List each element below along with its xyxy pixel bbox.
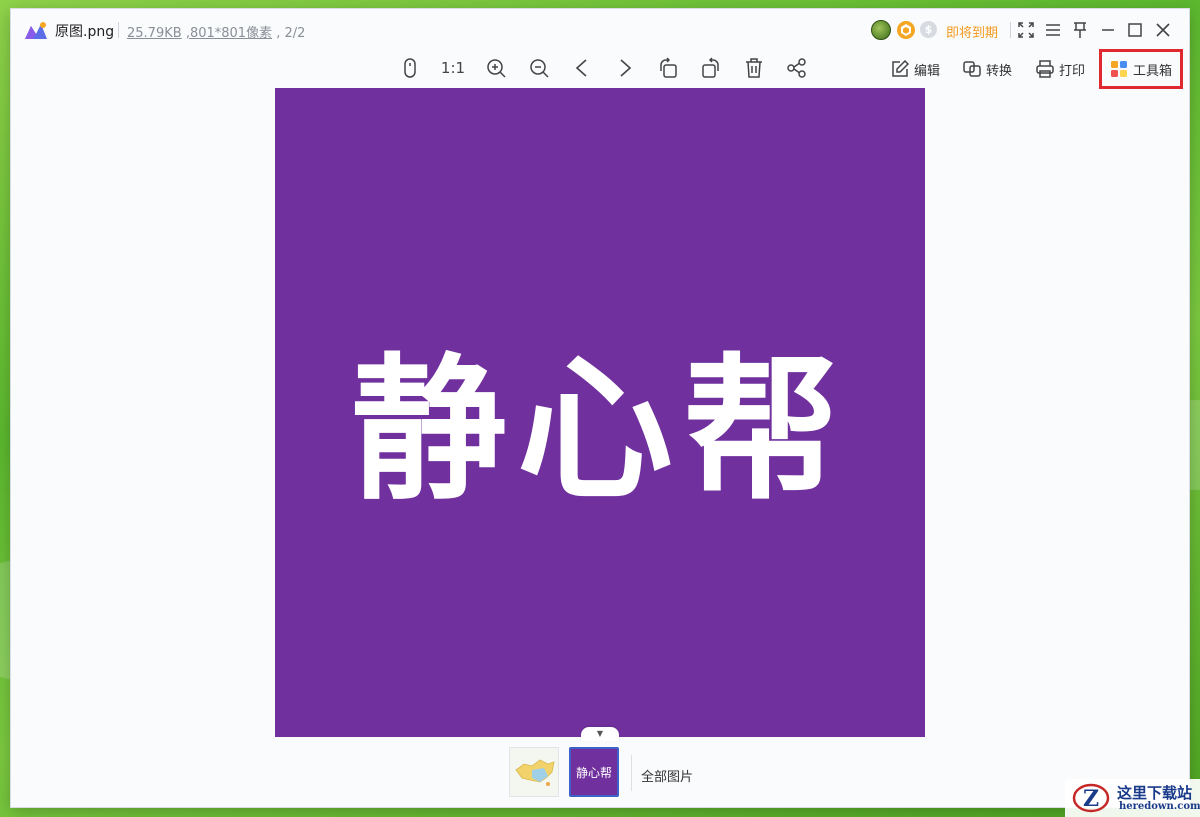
image-toolbar: 1:1 编辑 转换 打印 工具箱 — [11, 49, 1189, 89]
coin-icon[interactable]: $ — [920, 21, 937, 38]
title-bar: 原图.png 25.79KB ,801*801像素 , 2/2 $ 即将到期 — [11, 9, 1189, 51]
svg-text:Z: Z — [1083, 786, 1099, 812]
zoom-out-icon[interactable] — [524, 53, 554, 83]
thumbnail-strip: 静心帮 全部图片 — [11, 739, 1189, 807]
image-canvas[interactable]: 静心帮 — [275, 88, 925, 737]
maximize-icon[interactable] — [1122, 17, 1148, 43]
print-label: 打印 — [1059, 63, 1086, 79]
page-counter: , 2/2 — [276, 26, 306, 41]
print-button[interactable]: 打印 — [1036, 57, 1085, 81]
file-info: 25.79KB ,801*801像素 , 2/2 — [127, 22, 305, 41]
thumbnail-divider — [631, 755, 632, 791]
title-divider — [118, 22, 119, 38]
watermark-en: heredown.com — [1119, 801, 1200, 812]
printer-icon — [1036, 60, 1054, 78]
rotate-right-icon[interactable] — [696, 53, 726, 83]
rotate-left-icon[interactable] — [653, 53, 683, 83]
file-name: 原图.png — [55, 24, 115, 40]
title-divider — [1010, 22, 1011, 38]
delete-icon[interactable] — [739, 53, 769, 83]
watermark-cn: 这里下载站 — [1117, 784, 1193, 802]
share-icon[interactable] — [782, 53, 812, 83]
edit-icon — [892, 60, 909, 77]
thumbnail-map-image[interactable] — [509, 747, 559, 797]
actual-size-button[interactable]: 1:1 — [438, 53, 468, 83]
vip-badge-icon[interactable] — [897, 21, 915, 39]
convert-button[interactable]: 转换 — [963, 57, 1012, 81]
previous-image-icon[interactable] — [567, 53, 597, 83]
edit-label: 编辑 — [914, 63, 941, 79]
mouse-wheel-icon[interactable] — [395, 53, 425, 83]
file-size[interactable]: 25.79KB — [127, 26, 182, 41]
image-text: 静心帮 — [351, 338, 849, 521]
convert-label: 转换 — [986, 63, 1013, 79]
image-viewer-window: 原图.png 25.79KB ,801*801像素 , 2/2 $ 即将到期 1… — [11, 9, 1189, 807]
minimize-icon[interactable] — [1095, 17, 1121, 43]
next-image-icon[interactable] — [610, 53, 640, 83]
site-watermark: Z 这里下载站 heredown.com — [1065, 779, 1200, 817]
app-logo-icon — [25, 22, 47, 39]
user-avatar[interactable] — [871, 20, 891, 40]
pin-icon[interactable] — [1067, 17, 1093, 43]
actual-size-label: 1:1 — [440, 59, 466, 77]
membership-expire-link[interactable]: 即将到期 — [946, 22, 998, 41]
thumbnail-current-image[interactable]: 静心帮 — [569, 747, 619, 797]
file-dimensions[interactable]: ,801*801像素 — [186, 26, 272, 41]
fullscreen-icon[interactable] — [1013, 17, 1039, 43]
all-images-link[interactable]: 全部图片 — [641, 766, 693, 785]
close-icon[interactable] — [1150, 17, 1176, 43]
edit-button[interactable]: 编辑 — [891, 57, 940, 81]
zoom-in-icon[interactable] — [481, 53, 511, 83]
toolbox-highlight-frame — [1099, 49, 1183, 89]
convert-icon — [963, 61, 981, 77]
watermark-logo-icon: Z — [1072, 783, 1110, 813]
menu-icon[interactable] — [1040, 17, 1066, 43]
